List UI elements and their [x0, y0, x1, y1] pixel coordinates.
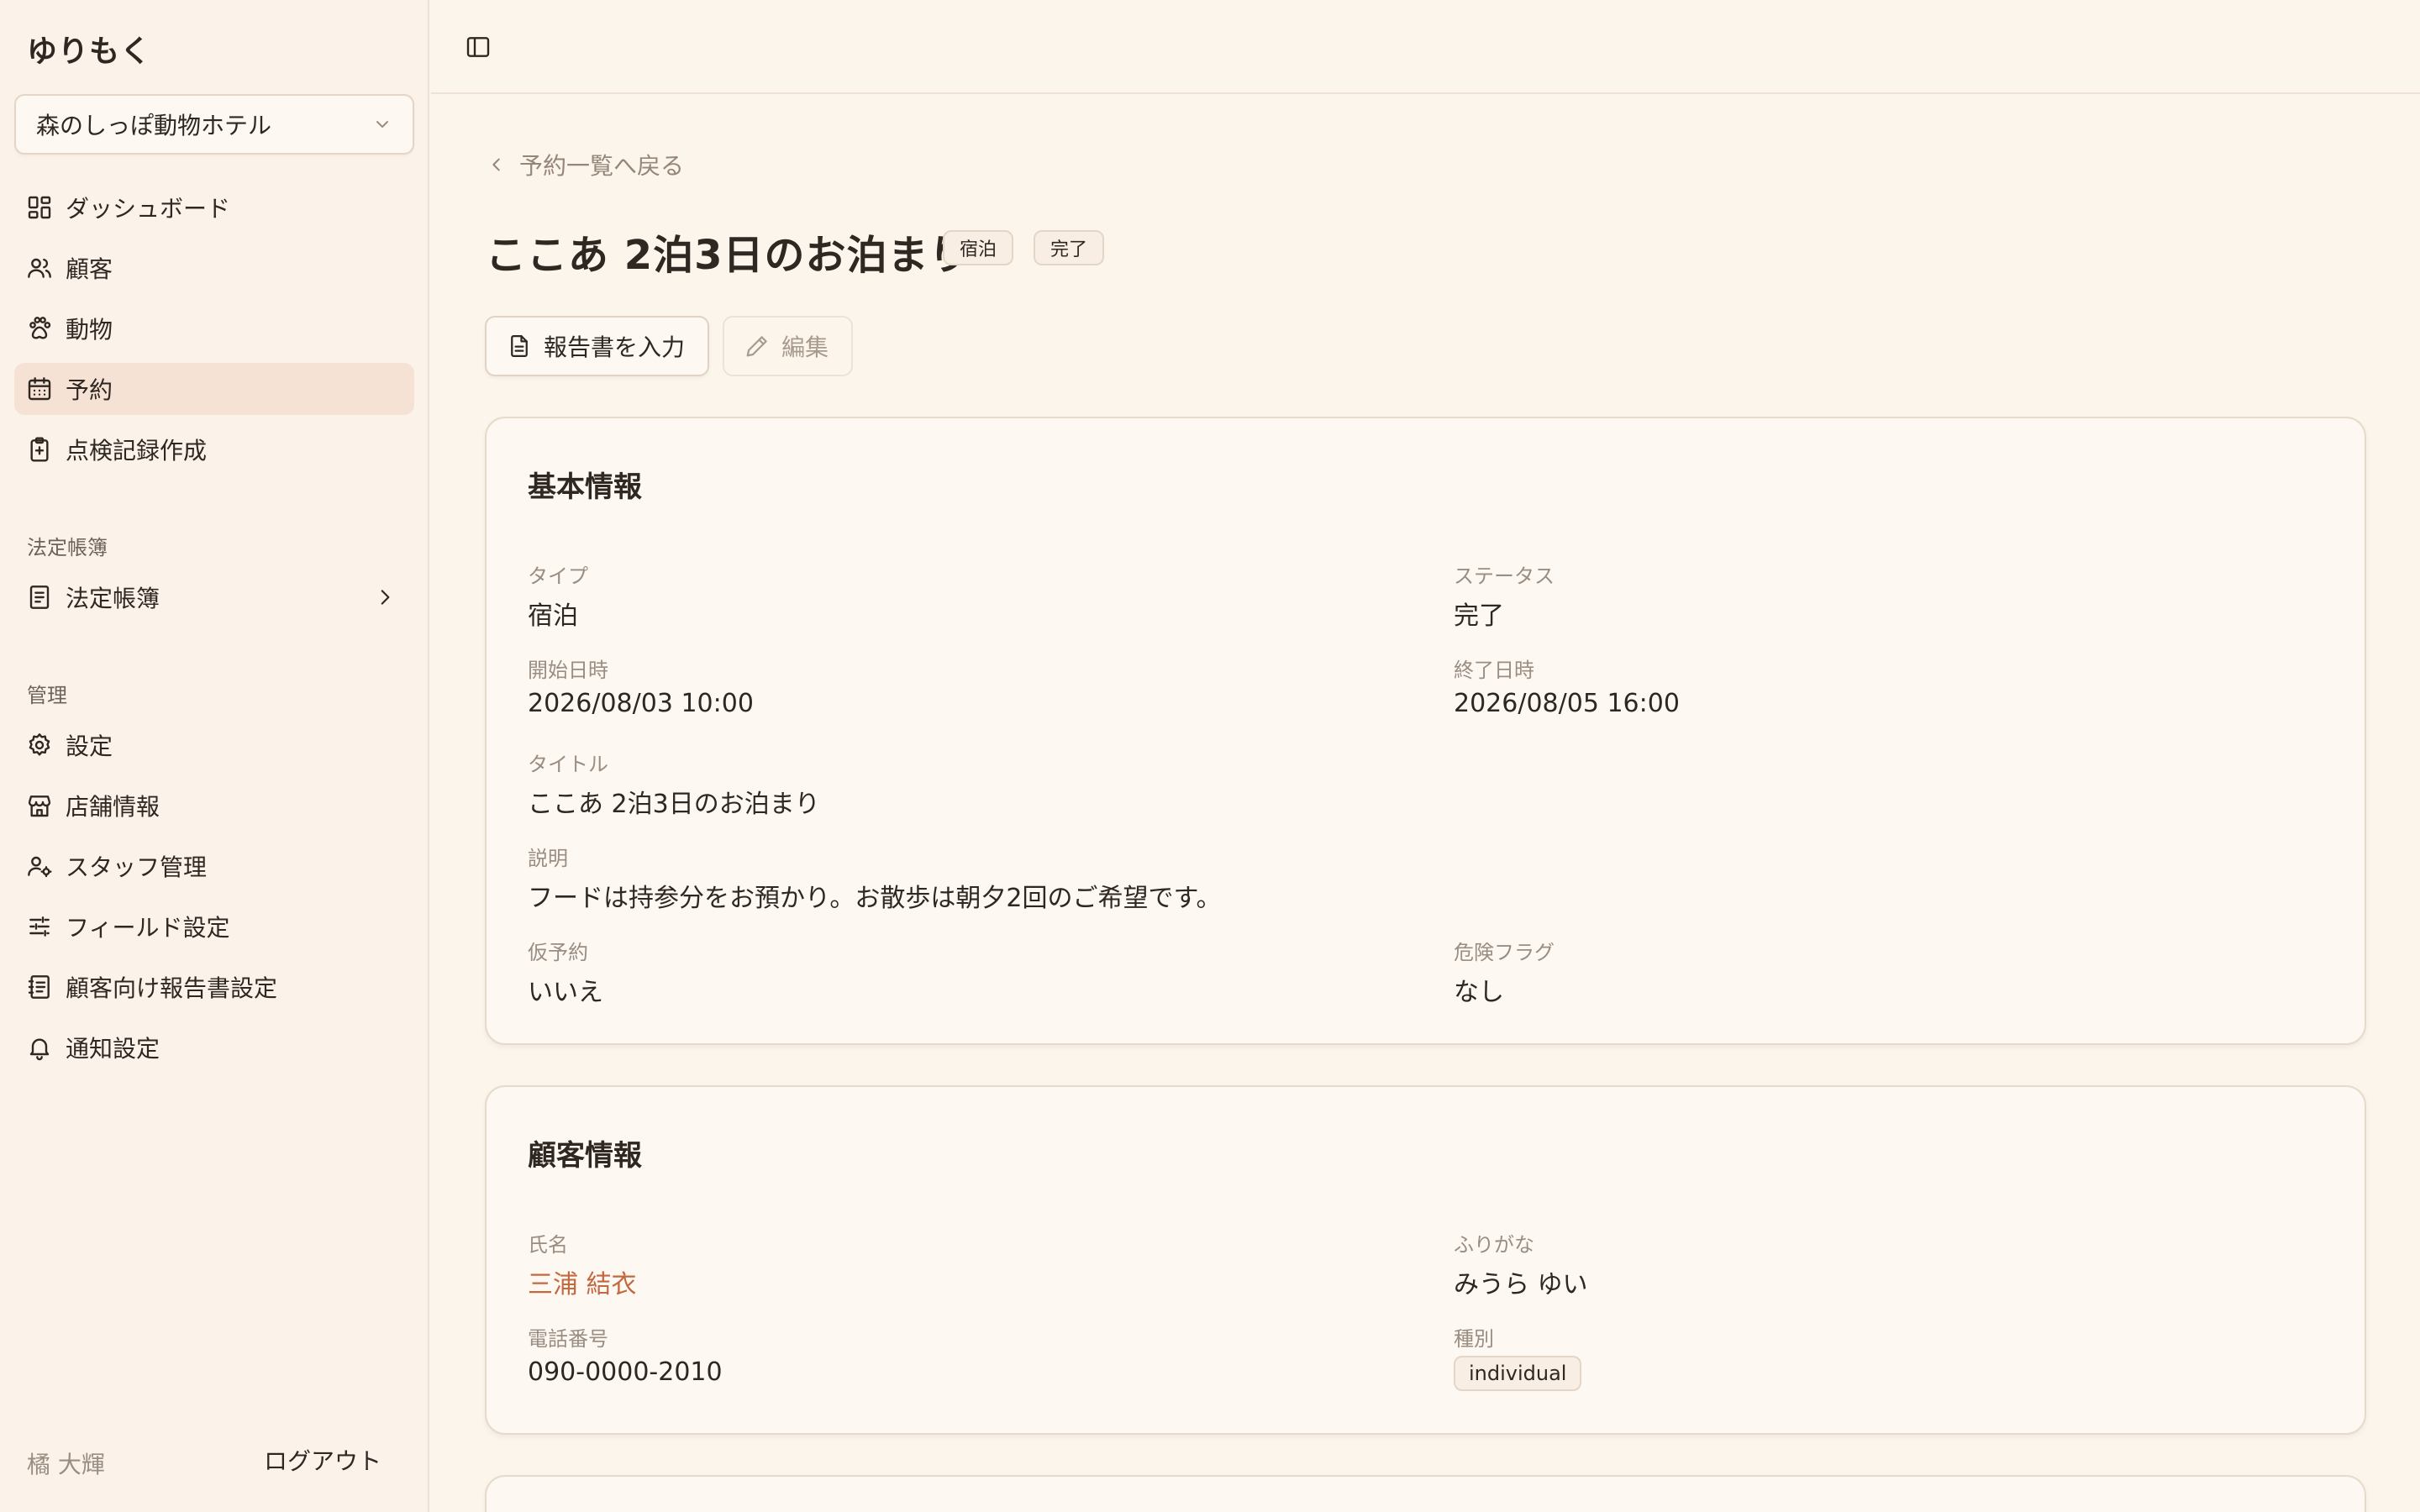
- sidebar-item-label: 店舗情報: [66, 793, 160, 821]
- paw-icon: [29, 317, 51, 339]
- book-icon: [29, 585, 50, 609]
- sidebar-item-label: スタッフ管理: [66, 853, 208, 881]
- back-to-reservations-link[interactable]: 予約一覧へ戻る: [487, 148, 684, 181]
- field-label-start: 開始日時: [528, 659, 608, 682]
- sidebar-item-legal-books[interactable]: 法定帳簿: [14, 571, 414, 623]
- sidebar-item-notifications[interactable]: 通知設定: [14, 1021, 414, 1074]
- report-icon: [28, 975, 50, 999]
- field-label-tentative: 仮予約: [528, 941, 588, 964]
- top-bar: [431, 0, 2420, 94]
- field-label-type: タイプ: [528, 564, 588, 588]
- sidebar-item-label: 法定帳簿: [66, 585, 160, 612]
- status-badge: 完了: [1034, 230, 1104, 265]
- card-title: 顧客情報: [528, 1139, 642, 1173]
- field-value-start: 2026/08/03 10:00: [528, 689, 754, 718]
- sidebar-item-settings[interactable]: 設定: [14, 719, 414, 771]
- field-label-status: ステータス: [1454, 564, 1555, 588]
- field-label-title: タイトル: [528, 753, 608, 776]
- field-label-phone: 電話番号: [528, 1327, 608, 1351]
- chevron-right-icon: [381, 590, 390, 605]
- field-label-end: 終了日時: [1454, 659, 1534, 682]
- sidebar-item-label: 通知設定: [66, 1035, 160, 1063]
- store-selector-value: 森のしっぽ動物ホテル: [36, 112, 272, 139]
- users-icon: [28, 258, 51, 278]
- field-label-kind: 種別: [1454, 1327, 1494, 1351]
- sidebar-item-report-settings[interactable]: 顧客向け報告書設定: [14, 961, 414, 1013]
- sidebar-item-label: フィールド設定: [66, 914, 230, 942]
- page-title: ここあ 2泊3日のお泊まり: [486, 232, 971, 279]
- next-card: [485, 1475, 2366, 1512]
- sidebar-item-label: 動物: [66, 316, 113, 344]
- current-user-name: 橘 大輝: [27, 1451, 105, 1478]
- section-label-legal: 法定帳簿: [27, 536, 108, 559]
- gear-icon: [29, 733, 50, 756]
- sidebar-item-label: 設定: [66, 732, 113, 760]
- field-value-status: 完了: [1454, 601, 1504, 631]
- field-value-kana: みうら ゆい: [1454, 1270, 1588, 1299]
- enter-report-label: 報告書を入力: [544, 333, 686, 361]
- back-link-label: 予約一覧へ戻る: [519, 152, 685, 180]
- customer-kind-badge: individual: [1454, 1356, 1582, 1391]
- field-value-danger-flag: なし: [1454, 978, 1504, 1007]
- bell-icon: [29, 1038, 50, 1061]
- sidebar-item-field-settings[interactable]: フィールド設定: [14, 900, 414, 953]
- sidebar-item-customers[interactable]: 顧客: [14, 242, 414, 294]
- dashboard-icon: [28, 196, 51, 219]
- sliders-icon: [29, 916, 50, 937]
- logout-button[interactable]: ログアウト: [264, 1443, 381, 1477]
- sidebar-item-label: 顧客向け報告書設定: [66, 974, 278, 1002]
- basic-info-card: 基本情報 タイプ 宿泊 ステータス 完了 開始日時 2026/08/03 10:…: [485, 417, 2366, 1045]
- field-value-end: 2026/08/05 16:00: [1454, 689, 1680, 718]
- field-label-name: 氏名: [528, 1233, 568, 1257]
- field-value-tentative: いいえ: [528, 978, 603, 1007]
- store-selector[interactable]: 森のしっぽ動物ホテル: [14, 94, 414, 155]
- sidebar-item-staff[interactable]: スタッフ管理: [14, 840, 414, 892]
- app-brand: ゆりもく: [27, 34, 152, 69]
- document-icon: [511, 335, 528, 357]
- clipboard-plus-icon: [30, 437, 49, 462]
- field-value-title: ここあ 2泊3日のお泊まり: [528, 790, 820, 819]
- field-value-description: フードは持参分をお預かり。お散歩は朝夕2回のご希望です。: [528, 884, 1222, 913]
- pencil-icon: [746, 336, 767, 357]
- edit-label: 編集: [781, 333, 829, 361]
- sidebar-item-label: ダッシュボード: [66, 195, 231, 223]
- sidebar-item-animals[interactable]: 動物: [14, 302, 414, 354]
- sidebar-item-dashboard[interactable]: ダッシュボード: [14, 181, 414, 234]
- sidebar-item-label: 予約: [66, 376, 113, 404]
- edit-button[interactable]: 編集: [723, 316, 853, 376]
- chevron-left-icon: [492, 158, 500, 171]
- sidebar-item-label: 点検記録作成: [66, 437, 208, 465]
- chevron-down-icon: [376, 121, 388, 128]
- customer-info-card: 顧客情報 氏名 三浦 結衣 ふりがな みうら ゆい 電話番号 090-0000-…: [485, 1085, 2366, 1435]
- sidebar-item-reservations[interactable]: 予約: [14, 363, 414, 415]
- user-gear-icon: [28, 856, 52, 878]
- sidebar: ゆりもく 森のしっぽ動物ホテル ダッシュボード 顧客 動物 予約 点検記録作成 …: [0, 0, 429, 1512]
- field-value-phone: 090-0000-2010: [528, 1357, 723, 1387]
- sidebar-toggle-icon[interactable]: [465, 34, 492, 60]
- field-value-type: 宿泊: [528, 601, 578, 631]
- enter-report-button[interactable]: 報告書を入力: [485, 316, 709, 376]
- customer-name-link[interactable]: 三浦 結衣: [528, 1263, 637, 1300]
- type-badge: 宿泊: [943, 230, 1013, 265]
- field-label-description: 説明: [528, 847, 568, 870]
- calendar-icon: [28, 377, 51, 401]
- section-label-admin: 管理: [27, 684, 67, 707]
- sidebar-item-store-info[interactable]: 店舗情報: [14, 780, 414, 832]
- field-label-danger-flag: 危険フラグ: [1454, 941, 1555, 964]
- card-title: 基本情報: [528, 470, 642, 504]
- store-icon: [28, 795, 51, 817]
- sidebar-item-inspection[interactable]: 点検記録作成: [14, 423, 414, 475]
- sidebar-item-label: 顧客: [66, 255, 113, 283]
- field-label-kana: ふりがな: [1454, 1233, 1534, 1257]
